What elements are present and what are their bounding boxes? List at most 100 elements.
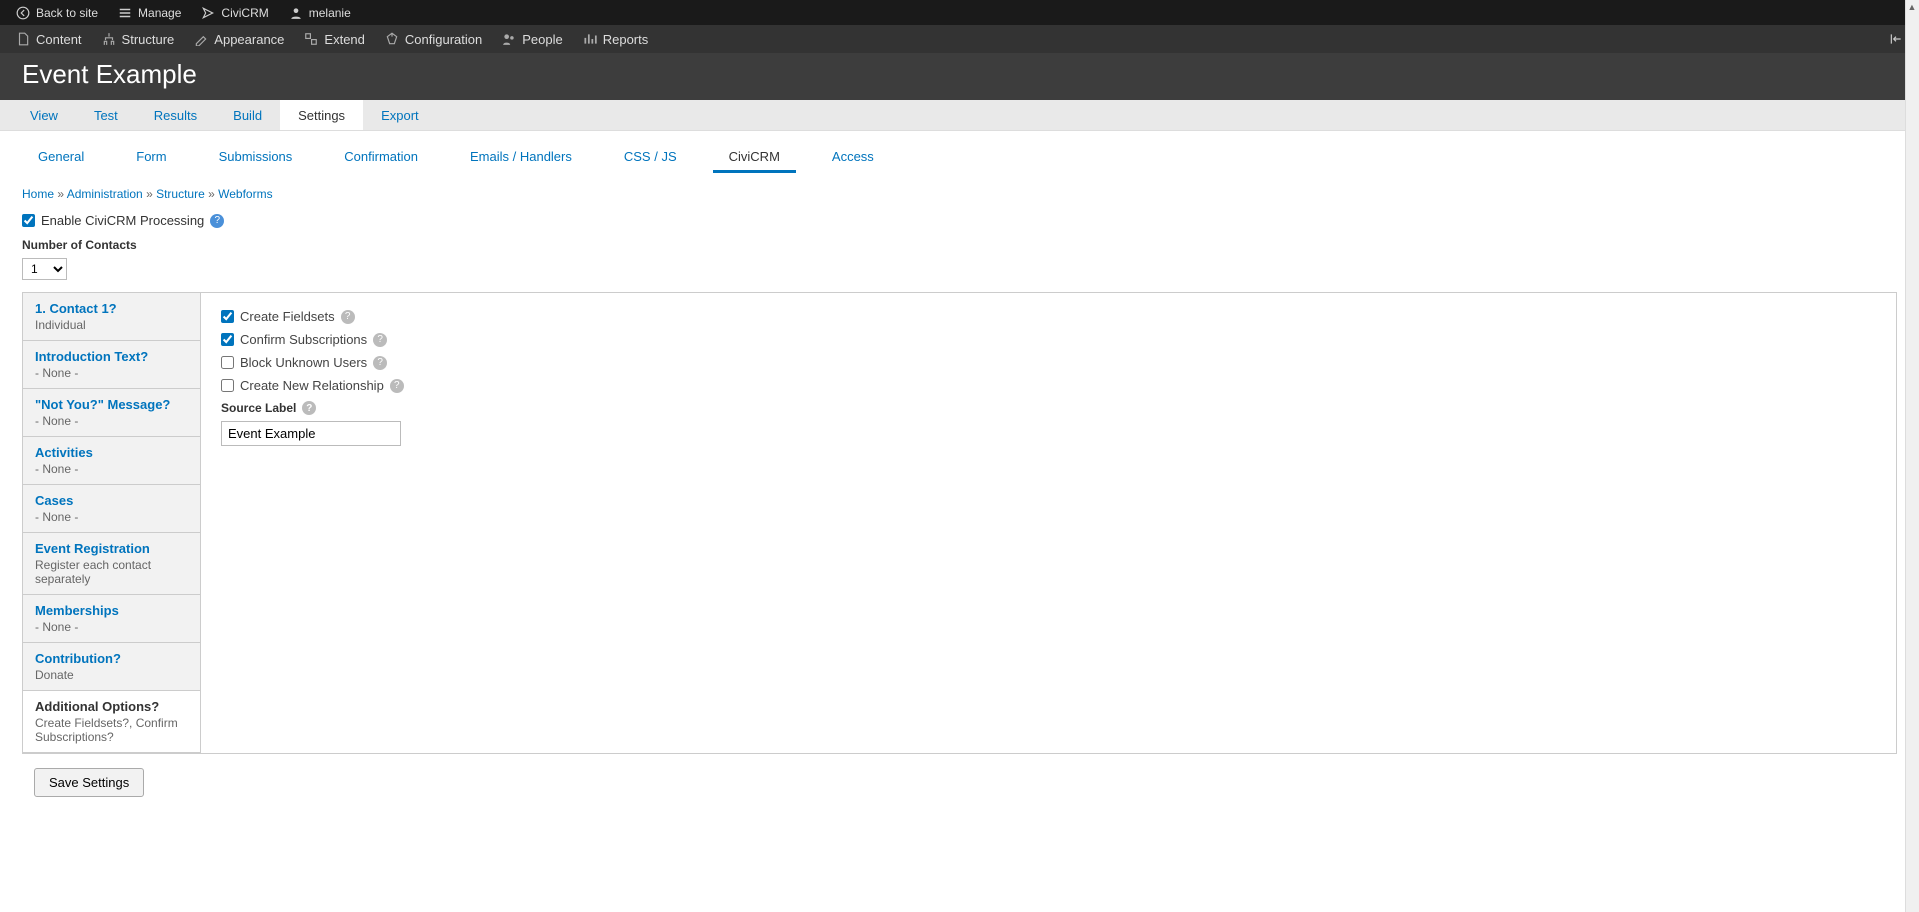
content-icon — [16, 32, 30, 46]
help-icon[interactable]: ? — [373, 356, 387, 370]
subtab-emails[interactable]: Emails / Handlers — [454, 141, 588, 173]
structure-link[interactable]: Structure — [92, 25, 185, 53]
subtab-submissions[interactable]: Submissions — [203, 141, 309, 173]
sidebar-item-memberships[interactable]: Memberships - None - — [23, 595, 200, 643]
manage-link[interactable]: Manage — [108, 0, 191, 25]
primary-tabs: View Test Results Build Settings Export — [0, 100, 1919, 131]
sidebar-title: Activities — [35, 445, 188, 460]
scroll-up-icon[interactable]: ▲ — [1905, 0, 1919, 14]
sidebar-sub: - None - — [35, 414, 188, 428]
back-to-site-label: Back to site — [36, 6, 98, 20]
subtab-form[interactable]: Form — [120, 141, 182, 173]
collapse-icon — [1889, 32, 1903, 46]
user-link[interactable]: melanie — [279, 0, 361, 25]
extend-label: Extend — [324, 32, 364, 47]
help-icon[interactable]: ? — [390, 379, 404, 393]
source-label-text: Source Label — [221, 401, 296, 415]
reports-icon — [583, 32, 597, 46]
civicrm-link[interactable]: CiviCRM — [191, 0, 278, 25]
sidebar-item-cases[interactable]: Cases - None - — [23, 485, 200, 533]
configuration-link[interactable]: Configuration — [375, 25, 492, 53]
sidebar-sub: Register each contact separately — [35, 558, 188, 586]
subtab-access[interactable]: Access — [816, 141, 890, 173]
extend-link[interactable]: Extend — [294, 25, 374, 53]
breadcrumb-webforms[interactable]: Webforms — [218, 187, 272, 201]
help-icon[interactable]: ? — [341, 310, 355, 324]
scrollbar[interactable]: ▲ — [1905, 0, 1919, 912]
confirm-subs-checkbox[interactable] — [221, 333, 234, 346]
people-label: People — [522, 32, 562, 47]
help-icon[interactable]: ? — [373, 333, 387, 347]
sidebar-item-contribution[interactable]: Contribution? Donate — [23, 643, 200, 691]
tab-view[interactable]: View — [12, 100, 76, 130]
configuration-label: Configuration — [405, 32, 482, 47]
subtab-general[interactable]: General — [22, 141, 100, 173]
sidebar-sub: Donate — [35, 668, 188, 682]
source-label-input[interactable] — [221, 421, 401, 446]
block-unknown-checkbox[interactable] — [221, 356, 234, 369]
sidebar-title: Additional Options? — [35, 699, 188, 714]
sidebar-item-activities[interactable]: Activities - None - — [23, 437, 200, 485]
enable-civicrm-checkbox[interactable] — [22, 214, 35, 227]
save-settings-button[interactable]: Save Settings — [34, 768, 144, 797]
content-label: Content — [36, 32, 82, 47]
breadcrumb-structure[interactable]: Structure — [156, 187, 205, 201]
extend-icon — [304, 32, 318, 46]
subtab-confirmation[interactable]: Confirmation — [328, 141, 434, 173]
num-contacts-label: Number of Contacts — [22, 238, 1897, 252]
create-fieldsets-label: Create Fieldsets — [240, 309, 335, 324]
reports-label: Reports — [603, 32, 649, 47]
tab-settings[interactable]: Settings — [280, 100, 363, 130]
page-title: Event Example — [22, 59, 1897, 90]
tab-export[interactable]: Export — [363, 100, 437, 130]
sidebar-item-additional[interactable]: Additional Options? Create Fieldsets?, C… — [23, 691, 200, 753]
structure-icon — [102, 32, 116, 46]
breadcrumb-administration[interactable]: Administration — [67, 187, 143, 201]
sidebar-item-notyou[interactable]: "Not You?" Message? - None - — [23, 389, 200, 437]
back-icon — [16, 6, 30, 20]
sidebar-sub: Individual — [35, 318, 188, 332]
sidebar-title: Cases — [35, 493, 188, 508]
reports-link[interactable]: Reports — [573, 25, 659, 53]
sidebar-sub: - None - — [35, 510, 188, 524]
configuration-icon — [385, 32, 399, 46]
sidebar-sub: - None - — [35, 620, 188, 634]
page-titlebar: Event Example — [0, 53, 1919, 100]
help-icon[interactable]: ? — [210, 214, 224, 228]
sidebar-title: Introduction Text? — [35, 349, 188, 364]
block-unknown-label: Block Unknown Users — [240, 355, 367, 370]
menu-icon — [118, 6, 132, 20]
appearance-link[interactable]: Appearance — [184, 25, 294, 53]
toolbar-top: Back to site Manage CiviCRM melanie — [0, 0, 1919, 25]
sidebar-item-contact1[interactable]: 1. Contact 1? Individual — [23, 293, 200, 341]
people-link[interactable]: People — [492, 25, 572, 53]
secondary-tabs: General Form Submissions Confirmation Em… — [0, 131, 1919, 173]
sidebar-title: Memberships — [35, 603, 188, 618]
sidebar-item-intro[interactable]: Introduction Text? - None - — [23, 341, 200, 389]
tab-results[interactable]: Results — [136, 100, 215, 130]
sidebar-item-event[interactable]: Event Registration Register each contact… — [23, 533, 200, 595]
tab-test[interactable]: Test — [76, 100, 136, 130]
subtab-civicrm[interactable]: CiviCRM — [713, 141, 796, 173]
subtab-cssjs[interactable]: CSS / JS — [608, 141, 693, 173]
sidebar-title: Contribution? — [35, 651, 188, 666]
breadcrumb: Home » Administration » Structure » Webf… — [22, 187, 1897, 201]
sidebar-sub: Create Fieldsets?, Confirm Subscriptions… — [35, 716, 188, 744]
create-rel-checkbox[interactable] — [221, 379, 234, 392]
settings-side-nav: 1. Contact 1? Individual Introduction Te… — [23, 293, 201, 753]
civicrm-icon — [201, 6, 215, 20]
help-icon[interactable]: ? — [302, 401, 316, 415]
create-rel-label: Create New Relationship — [240, 378, 384, 393]
tab-build[interactable]: Build — [215, 100, 280, 130]
enable-civicrm-label: Enable CiviCRM Processing — [41, 213, 204, 228]
sidebar-title: Event Registration — [35, 541, 188, 556]
confirm-subs-label: Confirm Subscriptions — [240, 332, 367, 347]
content-link[interactable]: Content — [6, 25, 92, 53]
structure-label: Structure — [122, 32, 175, 47]
create-fieldsets-checkbox[interactable] — [221, 310, 234, 323]
sidebar-title: "Not You?" Message? — [35, 397, 188, 412]
sidebar-sub: - None - — [35, 462, 188, 476]
back-to-site-link[interactable]: Back to site — [6, 0, 108, 25]
breadcrumb-home[interactable]: Home — [22, 187, 54, 201]
num-contacts-select[interactable]: 1 — [22, 258, 67, 280]
